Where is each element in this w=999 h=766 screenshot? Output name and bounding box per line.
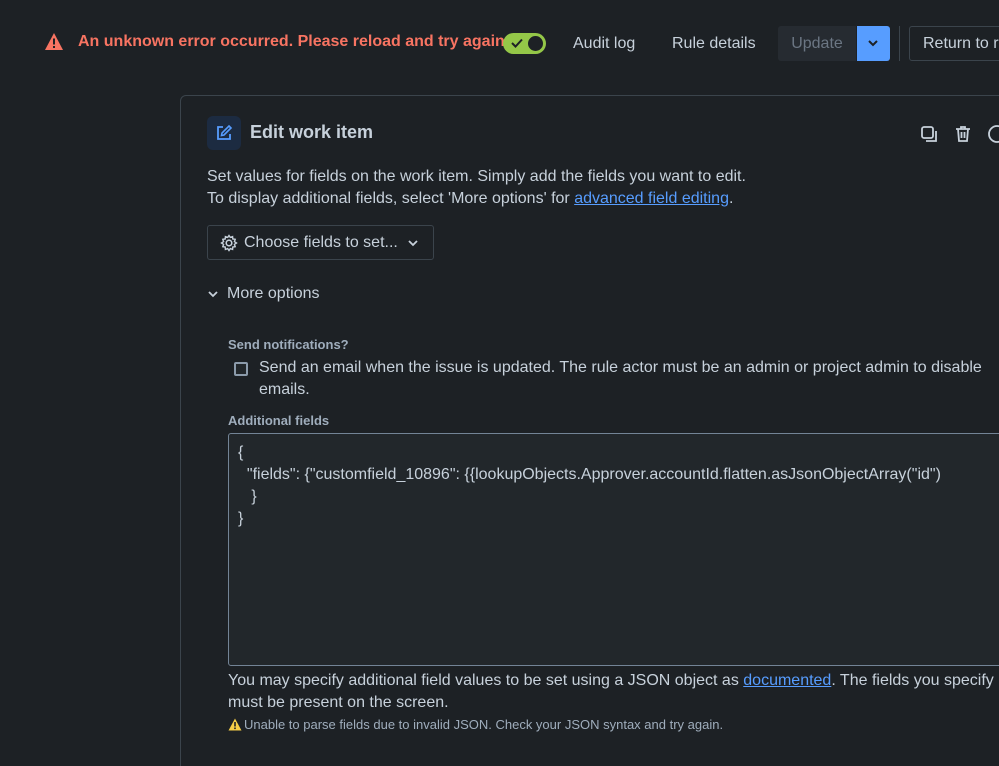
- chevron-down-icon: [208, 291, 218, 298]
- update-dropdown-button[interactable]: [857, 26, 890, 61]
- chevron-down-icon: [408, 239, 418, 246]
- additional-fields-label: Additional fields: [228, 413, 330, 428]
- edit-icon: [217, 124, 233, 140]
- edit-icon-container: [207, 116, 241, 150]
- description-text: To display additional fields, select 'Mo…: [207, 190, 575, 207]
- help-text: You may specify additional field values …: [228, 672, 744, 689]
- more-options-label: More options: [227, 285, 320, 302]
- documented-link[interactable]: documented: [743, 672, 831, 689]
- gear-icon: [220, 233, 238, 252]
- rule-enabled-toggle[interactable]: [503, 33, 546, 54]
- additional-fields-help: You may specify additional field values …: [228, 670, 999, 714]
- choose-fields-label: Choose fields to set...: [244, 233, 398, 251]
- json-warning: Unable to parse fields due to invalid JS…: [228, 717, 723, 732]
- card-description: Set values for fields on the work item. …: [207, 166, 746, 210]
- more-options-toggle[interactable]: More options: [207, 285, 320, 303]
- duplicate-icon[interactable]: [919, 124, 939, 144]
- edit-work-item-card: Edit work item Set values for fields on …: [180, 95, 999, 766]
- chevron-down-icon: [868, 40, 878, 47]
- description-line-1: Set values for fields on the work item. …: [207, 168, 746, 185]
- audit-log-button[interactable]: Audit log: [573, 27, 635, 61]
- error-banner: An unknown error occurred. Please reload…: [44, 32, 509, 52]
- toggle-knob: [528, 36, 543, 51]
- card-title: Edit work item: [250, 122, 374, 142]
- description-suffix: .: [728, 190, 734, 207]
- send-email-text: Send an email when the issue is updated.…: [259, 359, 982, 398]
- rule-details-button[interactable]: Rule details: [672, 27, 756, 61]
- choose-fields-button[interactable]: Choose fields to set...: [207, 225, 434, 260]
- warning-icon: [228, 718, 242, 731]
- help-icon[interactable]: [987, 124, 999, 144]
- check-icon: [511, 38, 523, 48]
- additional-fields-input[interactable]: { "fields": {"customfield_10896": {{look…: [228, 433, 999, 666]
- divider: [899, 26, 900, 61]
- update-button[interactable]: Update: [778, 26, 856, 61]
- send-notifications-label: Send notifications?: [228, 337, 349, 352]
- trash-icon[interactable]: [953, 124, 973, 144]
- warning-text: Unable to parse fields due to invalid JS…: [244, 717, 724, 732]
- send-email-checkbox[interactable]: [234, 362, 248, 376]
- error-message: An unknown error occurred. Please reload…: [78, 33, 510, 50]
- warning-icon: [45, 33, 63, 50]
- advanced-field-editing-link[interactable]: advanced field editing: [574, 190, 729, 207]
- top-bar: An unknown error occurred. Please reload…: [0, 0, 999, 88]
- return-button[interactable]: Return to r: [909, 26, 999, 61]
- description-line-2: To display additional fields, select 'Mo…: [207, 188, 746, 210]
